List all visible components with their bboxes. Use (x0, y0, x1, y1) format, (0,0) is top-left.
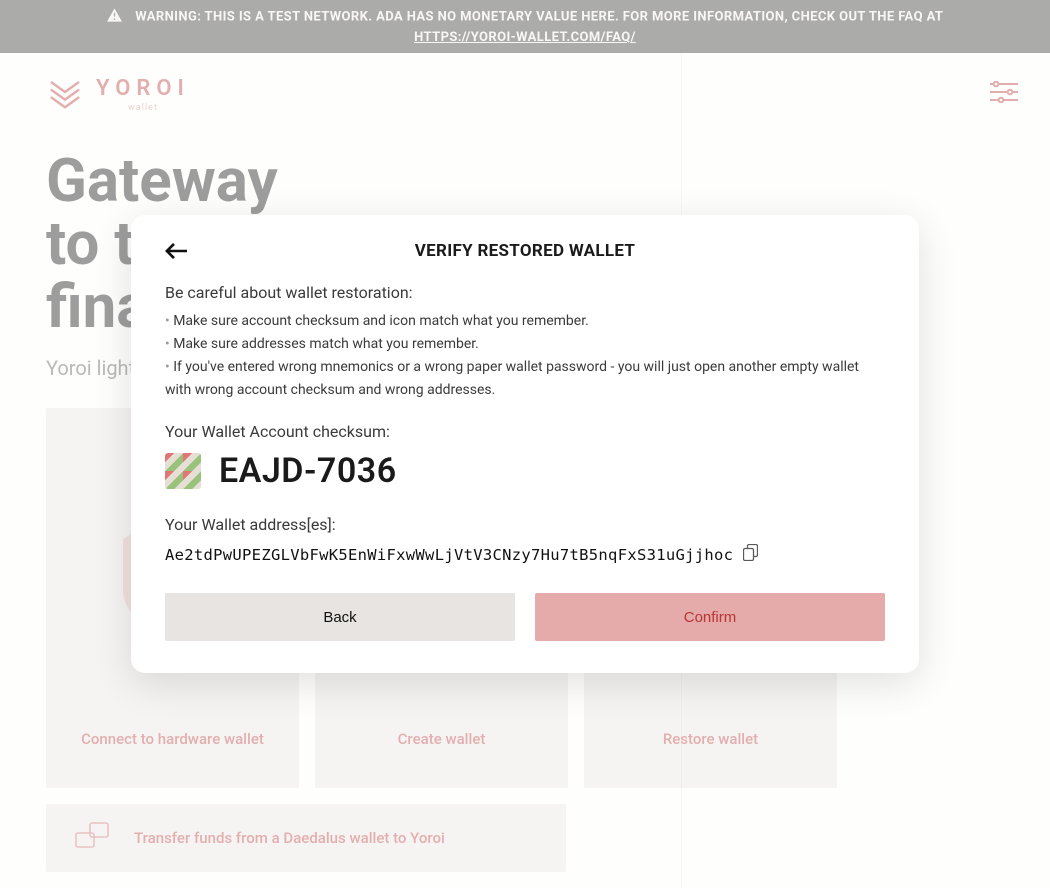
modal-overlay: VERIFY RESTORED WALLET Be careful about … (0, 0, 1050, 888)
address-label: Your Wallet address[es]: (165, 515, 885, 534)
modal-title: VERIFY RESTORED WALLET (165, 241, 885, 261)
caution-item: If you've entered wrong mnemonics or a w… (165, 356, 885, 402)
caution-heading: Be careful about wallet restoration: (165, 283, 885, 302)
wallet-address: Ae2tdPwUPEZGLVbFwK5EnWiFxwWwLjVtV3CNzy7H… (165, 546, 733, 564)
address-row: Ae2tdPwUPEZGLVbFwK5EnWiFxwWwLjVtV3CNzy7H… (165, 544, 885, 565)
checksum-identicon (165, 453, 201, 489)
modal-actions: Back Confirm (165, 593, 885, 641)
verify-restored-wallet-modal: VERIFY RESTORED WALLET Be careful about … (131, 215, 919, 673)
caution-list: Make sure account checksum and icon matc… (165, 310, 885, 402)
back-button[interactable]: Back (165, 593, 515, 641)
checksum-label: Your Wallet Account checksum: (165, 422, 885, 441)
confirm-button[interactable]: Confirm (535, 593, 885, 641)
checksum-value: EAJD-7036 (219, 451, 397, 491)
caution-item: Make sure addresses match what you remem… (165, 333, 885, 356)
checksum-row: EAJD-7036 (165, 451, 885, 491)
caution-item: Make sure account checksum and icon matc… (165, 310, 885, 333)
copy-icon[interactable] (743, 544, 758, 565)
back-arrow-icon[interactable] (161, 239, 191, 267)
